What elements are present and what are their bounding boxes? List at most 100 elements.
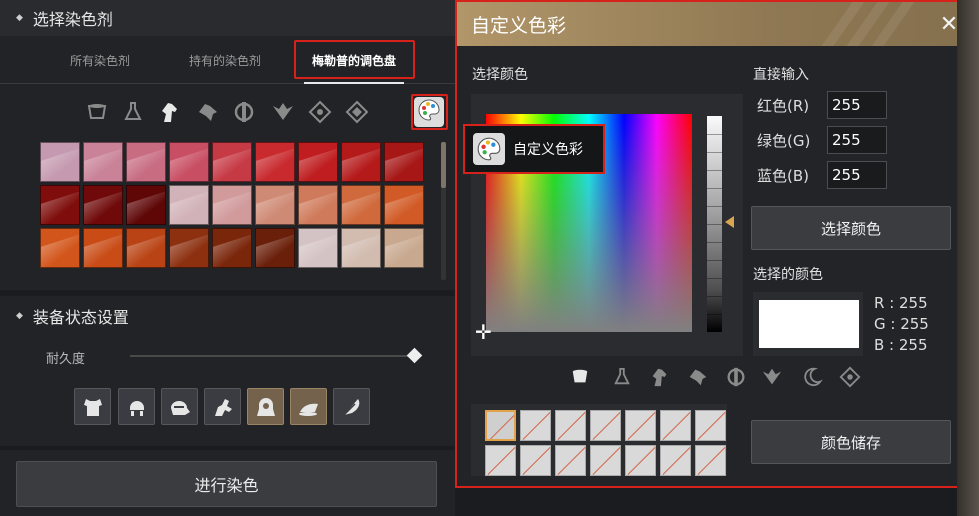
dye-swatch[interactable] (126, 228, 166, 268)
saved-color-slot[interactable] (625, 445, 656, 476)
saved-color-slot[interactable] (625, 410, 656, 441)
dye-swatch[interactable] (212, 185, 252, 225)
hooded-icon[interactable] (247, 388, 284, 425)
horse-icon[interactable] (155, 94, 185, 130)
cog-icon[interactable] (229, 94, 259, 130)
palette-button[interactable] (414, 97, 444, 127)
dye-swatch[interactable] (341, 142, 381, 182)
diamond-icon: ◆ (16, 13, 23, 23)
dialog-title: 自定义色彩 (471, 15, 567, 37)
target-icon[interactable] (835, 359, 865, 395)
bird-icon[interactable] (757, 359, 787, 395)
flask-icon[interactable] (118, 94, 148, 130)
dye-swatch[interactable] (83, 228, 123, 268)
target-icon[interactable] (305, 94, 335, 130)
dye-swatch[interactable] (169, 228, 209, 268)
horse-icon[interactable] (645, 359, 675, 395)
dye-swatch[interactable] (341, 228, 381, 268)
dye-swatch[interactable] (212, 142, 252, 182)
saved-color-slot[interactable] (660, 410, 691, 441)
apply-dye-button[interactable]: 进行染色 (16, 461, 437, 507)
durability-slider-knob[interactable] (406, 347, 423, 364)
dye-swatch[interactable] (255, 142, 295, 182)
red-input[interactable]: 255 (827, 91, 887, 119)
dye-swatch[interactable] (126, 185, 166, 225)
knight-helmet-icon[interactable] (161, 388, 198, 425)
cog-icon[interactable] (721, 359, 751, 395)
brightness-pointer-icon[interactable] (725, 216, 734, 228)
bucket-icon[interactable] (565, 359, 595, 395)
dye-swatch[interactable] (298, 142, 338, 182)
selected-b-value: B : 255 (874, 336, 928, 354)
saved-color-slot[interactable] (555, 410, 586, 441)
wolf-icon[interactable] (683, 359, 713, 395)
blue-label: 蓝色(B) (757, 166, 809, 185)
selected-r-value: R : 255 (874, 294, 928, 312)
bird-icon[interactable] (268, 94, 298, 130)
dye-swatch[interactable] (40, 142, 80, 182)
dye-swatch[interactable] (341, 185, 381, 225)
brightness-bar[interactable] (707, 116, 722, 332)
dye-swatch[interactable] (384, 185, 424, 225)
dye-swatch[interactable] (298, 185, 338, 225)
tooltip-text: 自定义色彩 (513, 142, 583, 158)
green-label: 绿色(G) (757, 131, 811, 150)
save-color-button[interactable]: 颜色储存 (751, 420, 951, 464)
dye-swatch[interactable] (83, 185, 123, 225)
saved-color-slots (471, 404, 727, 476)
blue-input[interactable]: 255 (827, 161, 887, 189)
horse-gear-icon[interactable] (290, 388, 327, 425)
dye-swatch[interactable] (384, 142, 424, 182)
saved-color-slot[interactable] (695, 445, 726, 476)
saved-color-slot[interactable] (590, 410, 621, 441)
moon-icon[interactable] (797, 359, 827, 395)
dye-swatch[interactable] (384, 228, 424, 268)
scroll-thumb[interactable] (441, 142, 446, 188)
swatch-scrollbar[interactable] (441, 142, 446, 280)
rider-icon[interactable] (204, 388, 241, 425)
category-filter (0, 94, 455, 130)
armor-icon[interactable] (74, 388, 111, 425)
red-label: 红色(R) (757, 96, 810, 115)
saved-color-slot[interactable] (695, 410, 726, 441)
dye-swatch[interactable] (169, 142, 209, 182)
tab-owned-dyes[interactable]: 持有的染色剂 (165, 36, 285, 84)
saved-color-slot[interactable] (555, 445, 586, 476)
selected-color-label: 选择的颜色 (753, 267, 823, 283)
saved-color-slot[interactable] (485, 445, 516, 476)
saved-color-slot[interactable] (485, 410, 516, 441)
durability-slider[interactable] (130, 355, 415, 357)
saved-color-slot[interactable] (520, 445, 551, 476)
dye-panel: ◆ 选择染色剂 所有染色剂 持有的染色剂 梅勒普的调色盘 ◆ 装备状态设置 耐久… (0, 0, 455, 516)
bucket-icon[interactable] (82, 94, 112, 130)
select-color-button[interactable]: 选择颜色 (751, 206, 951, 250)
feather-icon[interactable] (333, 388, 370, 425)
dye-swatch[interactable] (212, 228, 252, 268)
custom-color-tooltip: 自定义色彩 (463, 124, 605, 174)
saved-color-slot[interactable] (660, 445, 691, 476)
wolf-icon[interactable] (193, 94, 223, 130)
dye-swatch[interactable] (298, 228, 338, 268)
star-icon[interactable] (342, 94, 372, 130)
saved-color-slot[interactable] (520, 410, 551, 441)
palette-icon (417, 98, 441, 126)
dye-swatch[interactable] (40, 228, 80, 268)
red-input-row: 红色(R) 255 (757, 91, 887, 119)
tab-all-dyes[interactable]: 所有染色剂 (40, 36, 160, 84)
custom-color-dialog: 自定义色彩 ✕ 选择颜色 直接输入 ✛ 自定义色彩 红色(R) 255 绿色(G… (455, 0, 979, 488)
dye-swatch[interactable] (255, 185, 295, 225)
dye-swatch[interactable] (40, 185, 80, 225)
dye-swatch[interactable] (169, 185, 209, 225)
saved-color-slot[interactable] (590, 445, 621, 476)
green-input[interactable]: 255 (827, 126, 887, 154)
dye-swatch[interactable] (83, 142, 123, 182)
palette-icon (473, 133, 505, 165)
tab-palette[interactable]: 梅勒普的调色盘 (294, 36, 414, 84)
dye-swatch[interactable] (126, 142, 166, 182)
diamond-icon: ◆ (16, 311, 23, 321)
helmet-icon[interactable] (118, 388, 155, 425)
background-edge (957, 0, 979, 516)
dye-swatch-grid (40, 142, 430, 270)
flask-icon[interactable] (607, 359, 637, 395)
dye-swatch[interactable] (255, 228, 295, 268)
